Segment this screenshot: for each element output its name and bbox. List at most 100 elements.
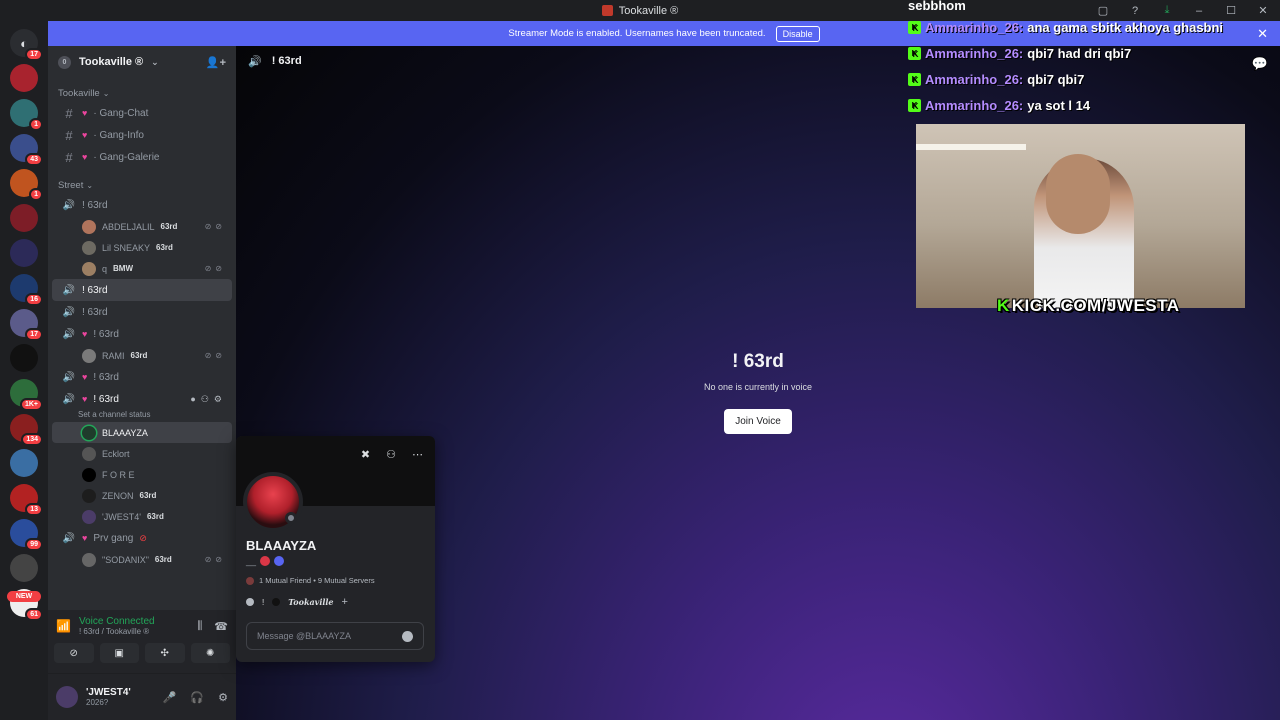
category-tookaville[interactable]: Tookaville ⌄	[48, 84, 236, 102]
channel-label: · Gang-Info	[93, 129, 144, 141]
voice-channel-selected[interactable]: 🔊 ! 63rd	[52, 279, 232, 301]
voice-user[interactable]: 'JWEST4' 63rd	[52, 506, 232, 527]
profile-name: BLAAAYZA	[246, 538, 317, 553]
more-icon[interactable]: ⋯	[412, 448, 423, 461]
voice-user-tools: ⊘ ⊘	[205, 555, 222, 564]
voice-channel-connected[interactable]: 🔊 ♥ ! 63rd ● ⚇ ⚙	[52, 388, 232, 410]
chat-line: K Ammarinho_26: qbi7 qbi7	[908, 66, 1280, 92]
home-button[interactable]: ◐ 17	[10, 29, 43, 61]
server-icon[interactable]: 16	[10, 274, 43, 306]
server-icon[interactable]: 134	[10, 414, 43, 446]
voice-user[interactable]: ZENON 63rd	[52, 485, 232, 506]
activities-icon: ✣	[160, 647, 169, 659]
mute-icon[interactable]: ✖	[361, 448, 370, 461]
invite-icon[interactable]: ⚇	[201, 394, 209, 405]
chat-icon[interactable]: ●	[190, 394, 195, 405]
voice-user[interactable]: q BMW ⊘ ⊘	[52, 258, 232, 279]
chevron-down-icon: ⌄	[86, 180, 94, 190]
user-tag: 63rd	[156, 243, 173, 252]
settings-icon[interactable]: ⚙	[218, 691, 228, 704]
deafened-icon: ⊘	[215, 264, 222, 273]
voice-user[interactable]: "SODANIX" 63rd ⊘ ⊘	[52, 549, 232, 570]
channel-label: Prv gang	[93, 532, 134, 544]
channel-status[interactable]: Set a channel status	[48, 410, 236, 422]
avatar	[82, 509, 96, 524]
voice-channel[interactable]: 🔊 ♥ Prv gang ⊘	[52, 527, 232, 549]
message-input[interactable]: Message @BLAAAYZA	[246, 622, 424, 650]
camera-off-button[interactable]: ⊘	[54, 643, 94, 663]
microphone-icon[interactable]: 🎤	[163, 691, 177, 704]
server-icon[interactable]	[10, 449, 38, 477]
nitro-badge-icon[interactable]	[274, 556, 285, 566]
voice-user[interactable]: RAMI 63rd ⊘ ⊘	[52, 345, 232, 366]
avatar[interactable]	[56, 686, 78, 708]
emoji-icon[interactable]	[402, 630, 413, 642]
server-icon[interactable]	[10, 204, 38, 232]
voice-user[interactable]: F O R E	[52, 464, 232, 485]
join-voice-button[interactable]: Join Voice	[724, 409, 792, 434]
window-title-text: Tookaville ®	[618, 4, 679, 17]
voice-empty-subtitle: No one is currently in voice	[703, 382, 813, 392]
avatar[interactable]	[243, 472, 303, 532]
add-friend-icon[interactable]: ⚇	[386, 448, 396, 461]
role-label: !	[262, 597, 265, 607]
voice-user[interactable]: Ecklort	[52, 443, 232, 464]
invite-people-icon[interactable]: 👤+	[206, 56, 226, 69]
headphones-icon[interactable]: 🎧	[190, 691, 204, 704]
muted-mic-icon: ⊘	[204, 264, 212, 273]
channel-gang-chat[interactable]: # ♥ · Gang-Chat	[52, 102, 232, 124]
disable-streamer-mode-button[interactable]: Disable	[775, 25, 820, 42]
server-badge: 99	[25, 538, 43, 551]
voice-user[interactable]: Lil SNEAKY 63rd	[52, 237, 232, 258]
voice-user-selected[interactable]: BLAAAYZA	[52, 422, 232, 443]
profile-badges: __	[246, 556, 285, 566]
server-icon[interactable]: 1	[10, 169, 43, 201]
channel-gang-galerie[interactable]: # ♥ · Gang-Galerie	[52, 146, 232, 168]
mutuals[interactable]: 1 Mutual Friend • 9 Mutual Servers	[246, 576, 375, 585]
noise-suppression-icon[interactable]: ⫼	[197, 620, 202, 633]
server-icon[interactable]	[10, 554, 38, 582]
user-tag: 63rd	[139, 491, 157, 500]
channel-gang-info[interactable]: # ♥ · Gang-Info	[52, 124, 232, 146]
server-icon[interactable]: 1K+	[10, 379, 43, 411]
camera-off-icon: ⊘	[69, 647, 78, 659]
user-tag: BMW	[113, 264, 134, 273]
server-icon[interactable]: 99	[10, 519, 43, 551]
disconnect-icon[interactable]: ☎	[214, 620, 228, 633]
add-role-icon[interactable]: +	[342, 596, 348, 608]
voice-location[interactable]: ! 63rd / Tookaville ®	[79, 627, 155, 636]
voice-channel[interactable]: 🔊 ! 63rd	[52, 194, 232, 216]
channel-label: ! 63rd	[82, 284, 108, 296]
voice-user-tools: ⊘ ⊘	[205, 222, 222, 231]
voice-user[interactable]: ABDELJALIL 63rd ⊘ ⊘	[52, 216, 232, 237]
category-street[interactable]: Street ⌄	[48, 176, 236, 194]
server-icon[interactable]	[10, 344, 38, 372]
server-icon[interactable]	[10, 239, 38, 267]
guild-header[interactable]: 0 Tookaville ® ⌄ 👤+	[48, 46, 236, 78]
settings-icon[interactable]: ⚙	[214, 394, 222, 405]
voice-channel[interactable]: 🔊 ♥ ! 63rd	[52, 323, 232, 345]
new-servers-pill[interactable]: NEW	[7, 591, 41, 602]
text-channel-icon: #	[65, 127, 73, 143]
user-tag: 63rd	[160, 222, 178, 231]
screen-share-button[interactable]: ▣	[99, 643, 139, 663]
deafened-icon: ⊘	[215, 222, 222, 231]
user-status: 2026?	[86, 698, 109, 707]
voice-status[interactable]: Voice Connected	[79, 616, 155, 627]
channel-tools: ● ⚇ ⚙	[190, 394, 222, 405]
user-info[interactable]: 'JWEST4' 2026?	[86, 687, 131, 707]
server-icon[interactable]: 13	[10, 484, 43, 516]
server-badge: 1	[29, 118, 43, 131]
soundboard-button[interactable]: ✺	[190, 643, 230, 663]
server-icon[interactable]: 43	[10, 134, 43, 166]
heart-badge-icon[interactable]	[260, 556, 271, 566]
activities-button[interactable]: ✣	[145, 643, 185, 663]
server-icon[interactable]: 17	[10, 309, 43, 341]
voice-channel[interactable]: 🔊 ! 63rd	[52, 301, 232, 323]
server-icon[interactable]: 1	[10, 99, 43, 131]
chat-user: Ammarinho_26:	[925, 45, 1024, 61]
server-badge: 43	[25, 153, 43, 166]
server-badge: 16	[25, 293, 43, 306]
voice-channel[interactable]: 🔊 ♥ ! 63rd	[52, 366, 232, 388]
server-icon[interactable]	[10, 64, 38, 92]
